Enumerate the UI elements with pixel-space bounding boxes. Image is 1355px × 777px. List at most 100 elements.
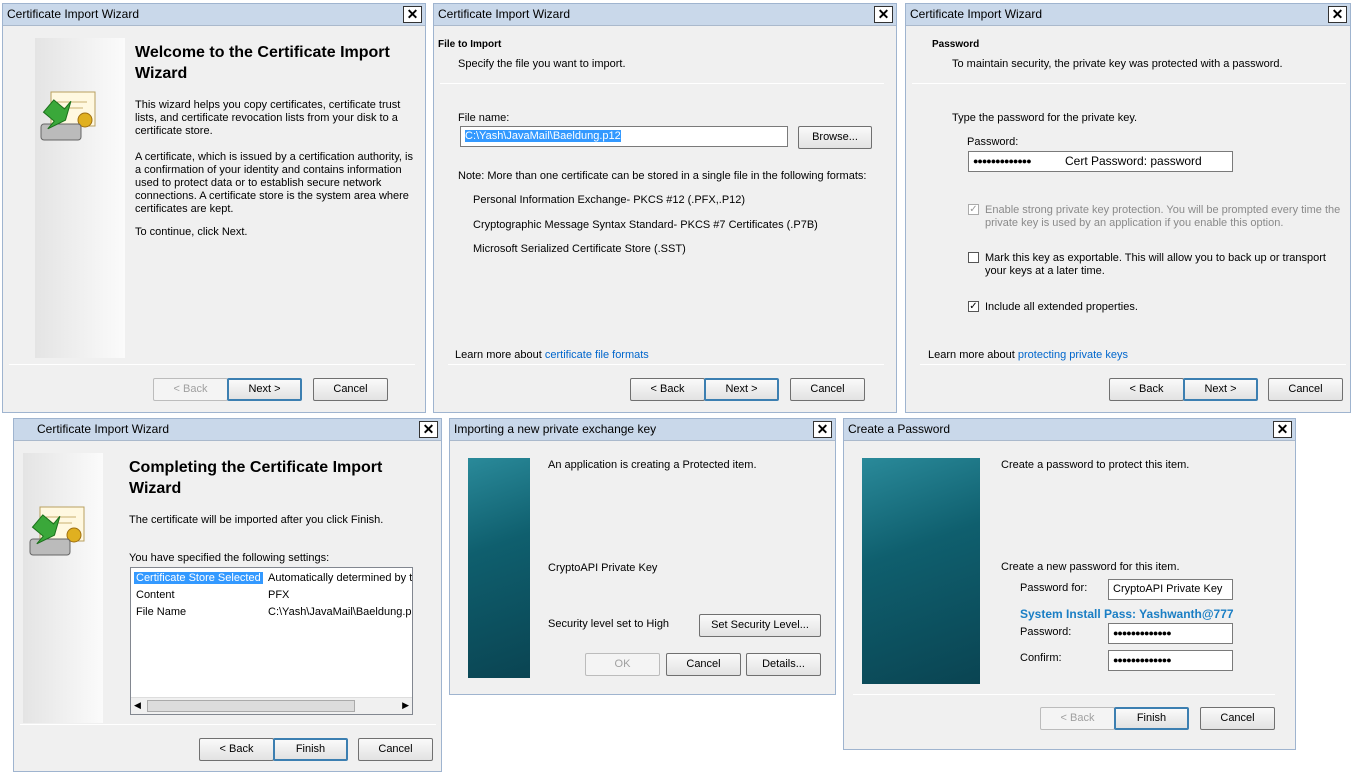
certificate-import-icon [40,91,96,141]
setting-key: File Name [136,606,187,618]
divider [853,694,1275,695]
cancel-button[interactable]: Cancel [358,738,433,761]
note-text: Note: More than one certificate can be s… [458,170,867,182]
completing-dialog: Certificate Import Wizard ✕ Completing t… [13,418,442,772]
wizard-heading: Welcome to the Certificate Import Wizard [135,44,390,82]
scroll-thumb[interactable] [147,700,355,712]
password-value: ●●●●●●●●●●●●● [973,156,1032,166]
details-button[interactable]: Details... [746,653,821,676]
horizontal-scrollbar[interactable]: ◀ ▶ [131,697,412,714]
certificate-import-icon [29,506,85,556]
close-icon[interactable]: ✕ [813,421,832,438]
learn-more-text: Learn more about [455,349,545,361]
list-item[interactable]: Content PFX [134,589,412,604]
cancel-button[interactable]: Cancel [666,653,741,676]
side-banner [862,458,980,684]
instruction-text: Create a new password for this item. [1001,561,1180,573]
welcome-dialog: Certificate Import Wizard ✕ Welcome to t… [2,3,426,413]
ok-button[interactable]: OK [585,653,660,676]
divider [912,83,1346,84]
list-item[interactable]: File Name C:\Yash\JavaMail\Baeldung.p1 [134,606,413,621]
browse-button[interactable]: Browse... [798,126,872,149]
next-button[interactable]: Next > [1183,378,1258,401]
password-input[interactable]: ●●●●●●●●●●●●● Cert Password: password [968,151,1233,172]
dialog-title: Certificate Import Wizard [434,4,896,26]
finish-text: The certificate will be imported after y… [129,514,384,526]
setting-key: Certificate Store Selected [134,572,263,584]
intro-text: This wizard helps you copy certificates,… [135,99,401,137]
back-button[interactable]: < Back [1040,707,1115,730]
section-subtitle: Specify the file you want to import. [458,58,626,70]
next-button[interactable]: Next > [704,378,779,401]
close-icon[interactable]: ✕ [874,6,893,23]
file-name-value: C:\Yash\JavaMail\Baeldung.p12 [465,130,621,142]
description-text: A certificate, which is issued by a cert… [135,151,413,215]
confirm-value: ●●●●●●●●●●●●● [1113,655,1172,665]
strong-protection-label: Enable strong private key protection. Yo… [985,204,1341,229]
instruction-text: Type the password for the private key. [952,112,1138,124]
scroll-left-icon[interactable]: ◀ [134,700,141,711]
next-button[interactable]: Next > [227,378,302,401]
section-subtitle: To maintain security, the private key wa… [952,58,1283,70]
format-item: Microsoft Serialized Certificate Store (… [473,243,686,255]
create-password-dialog: Create a Password ✕ Create a password to… [843,418,1296,750]
wizard-heading: Completing the Certificate Import Wizard [129,459,383,497]
learn-more: Learn more about certificate file format… [455,349,649,361]
setting-value: C:\Yash\JavaMail\Baeldung.p1 [268,606,413,618]
dialog-title: Certificate Import Wizard [14,419,441,441]
list-item[interactable]: Certificate Store Selected Automatically… [134,572,413,587]
strong-protection-checkbox[interactable]: ✓ [968,204,979,215]
item-name: CryptoAPI Private Key [548,562,658,574]
dialog-title: Importing a new private exchange key [450,419,835,441]
divider [440,83,884,84]
cancel-button[interactable]: Cancel [790,378,865,401]
settings-text: You have specified the following setting… [129,552,330,564]
password-value: ●●●●●●●●●●●●● [1113,628,1172,638]
side-banner [35,38,125,358]
close-icon[interactable]: ✕ [1328,6,1347,23]
setting-value: PFX [268,589,290,601]
cancel-button[interactable]: Cancel [1268,378,1343,401]
info-text: An application is creating a Protected i… [548,459,757,471]
divider [9,364,415,365]
cancel-button[interactable]: Cancel [1200,707,1275,730]
divider [20,724,436,725]
finish-button[interactable]: Finish [1114,707,1189,730]
close-icon[interactable]: ✕ [1273,421,1292,438]
close-icon[interactable]: ✕ [419,421,438,438]
file-to-import-dialog: Certificate Import Wizard ✕ File to Impo… [433,3,897,413]
file-name-input[interactable]: C:\Yash\JavaMail\Baeldung.p12 [460,126,788,147]
password-for-label: Password for: [1020,582,1088,594]
format-item: Cryptographic Message Syntax Standard- P… [473,219,818,231]
learn-more-link[interactable]: protecting private keys [1018,349,1128,361]
side-banner [23,453,103,723]
set-security-level-button[interactable]: Set Security Level... [699,614,821,637]
setting-value: Automatically determined by t [268,572,413,584]
password-dialog: Certificate Import Wizard ✕ Password To … [905,3,1351,413]
confirm-input[interactable]: ●●●●●●●●●●●●● [1108,650,1233,671]
exportable-label: Mark this key as exportable. This will a… [985,252,1326,277]
dialog-title: Create a Password [844,419,1295,441]
cancel-button[interactable]: Cancel [313,378,388,401]
password-input[interactable]: ●●●●●●●●●●●●● [1108,623,1233,644]
section-title: File to Import [438,39,502,50]
back-button[interactable]: < Back [1109,378,1184,401]
side-banner [468,458,530,678]
extended-properties-checkbox[interactable]: ✓ [968,301,979,312]
scroll-right-icon[interactable]: ▶ [402,700,409,711]
finish-button[interactable]: Finish [273,738,348,761]
divider [920,364,1346,365]
continue-text: To continue, click Next. [135,226,248,238]
back-button[interactable]: < Back [199,738,274,761]
password-annotation: Cert Password: password [1065,154,1202,168]
back-button[interactable]: < Back [153,378,228,401]
exportable-checkbox[interactable] [968,252,979,263]
learn-more: Learn more about protecting private keys [928,349,1128,361]
password-label: Password: [967,136,1019,148]
learn-more-link[interactable]: certificate file formats [545,349,649,361]
password-for-field: CryptoAPI Private Key [1108,579,1233,600]
close-icon[interactable]: ✕ [403,6,422,23]
back-button[interactable]: < Back [630,378,705,401]
extended-properties-label: Include all extended properties. [985,301,1138,313]
file-name-label: File name: [458,112,510,124]
